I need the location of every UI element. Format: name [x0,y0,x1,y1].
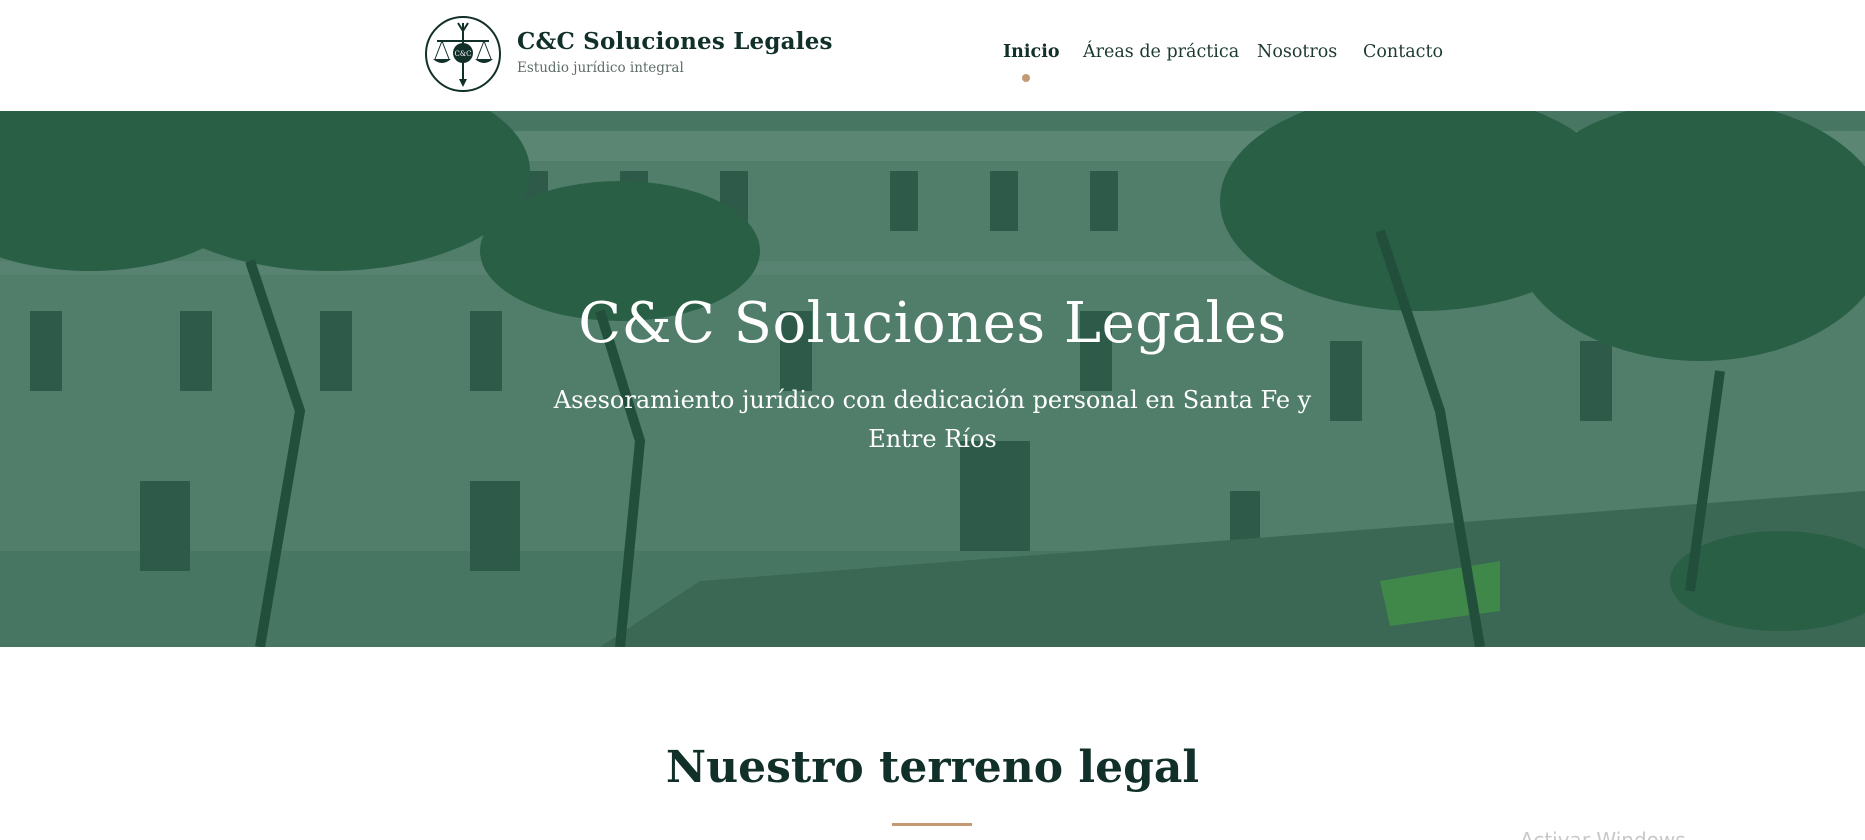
hero-subtitle: Asesoramiento jurídico con dedicación pe… [553,386,1312,453]
site-header: C&C C&C Soluciones Legales Estudio juríd… [0,0,1865,111]
section-title: Nuestro terreno legal [665,742,1200,793]
nav-item-contacto[interactable]: Contacto [1363,42,1443,62]
hero-overlay [0,111,1865,647]
nav-item-nosotros[interactable]: Nosotros [1257,42,1337,62]
main-nav: Inicio Áreas de práctica Nosotros Contac… [0,42,1865,82]
active-nav-indicator [1022,74,1030,82]
hero-banner: C&C Soluciones Legales Asesoramiento jur… [0,111,1865,647]
nav-item-areas[interactable]: Áreas de práctica [1083,42,1239,62]
section-divider [892,823,972,826]
nav-item-inicio[interactable]: Inicio [1003,42,1060,62]
hero-title: C&C Soluciones Legales [578,291,1287,356]
activate-windows-watermark: Activar Windows [1520,828,1686,840]
